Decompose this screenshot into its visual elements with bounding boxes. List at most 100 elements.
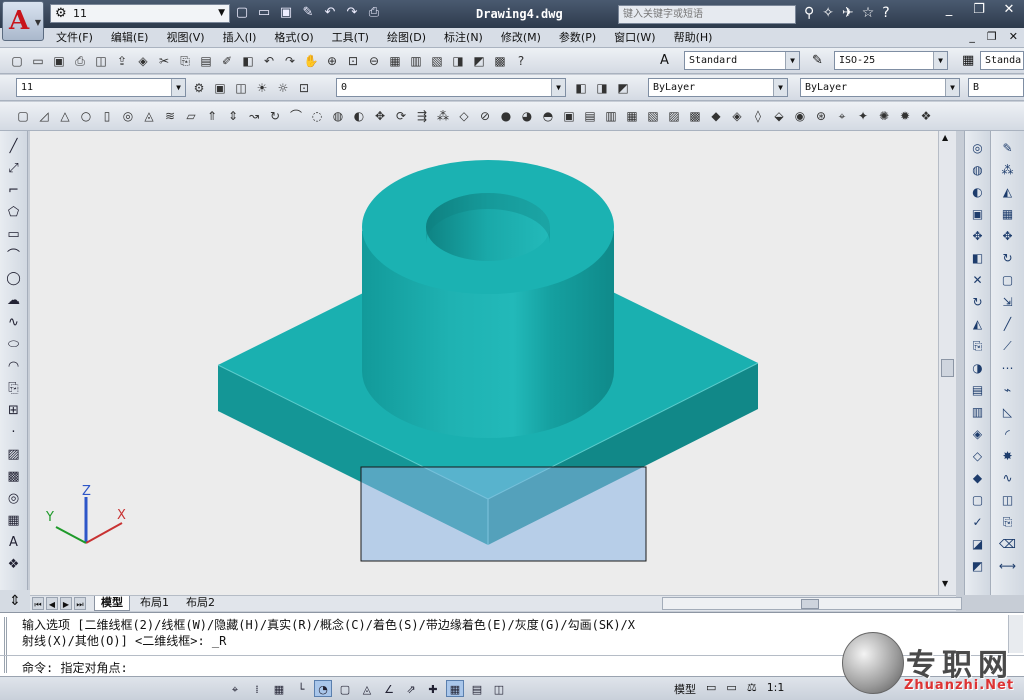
bottom-view-icon[interactable]: ▥ — [602, 107, 620, 125]
join-icon[interactable]: ⌁ — [999, 381, 1017, 400]
preview-icon[interactable]: ◫ — [92, 52, 110, 70]
binoculars-icon[interactable]: ⚲ — [804, 5, 814, 21]
arc-icon[interactable]: ⌒ — [5, 247, 23, 266]
minimize-icon[interactable]: _ — [934, 0, 964, 22]
menu-file[interactable]: 文件(F) — [56, 30, 93, 46]
extrude-icon[interactable]: ⇑ — [203, 107, 221, 125]
otrack-icon[interactable]: ∠ — [380, 680, 398, 697]
ne-iso-icon[interactable]: ◊ — [749, 107, 767, 125]
3d-align-icon[interactable]: ⇶ — [413, 107, 431, 125]
doc-close-icon[interactable]: ✕ — [1009, 30, 1018, 43]
command-grip[interactable] — [4, 617, 14, 673]
presspull-icon[interactable]: ⇕ — [224, 107, 242, 125]
revolve-icon[interactable]: ↻ — [266, 107, 284, 125]
offset-faces-icon[interactable]: ◧ — [969, 249, 987, 268]
star-icon[interactable]: ☆ — [862, 5, 875, 21]
bulb-icon[interactable]: ☀ — [253, 79, 271, 97]
lock-icon[interactable]: ⊡ — [295, 79, 313, 97]
hscroll-thumb[interactable] — [801, 599, 819, 609]
line-icon[interactable]: ╱ — [5, 137, 23, 156]
union-icon[interactable]: ◌ — [308, 107, 326, 125]
trim-icon[interactable]: ╱ — [999, 315, 1017, 334]
revision-cloud-icon[interactable]: ☁ — [5, 291, 23, 310]
layer-manager-icon[interactable]: ◫ — [232, 79, 250, 97]
visual-styles-icon[interactable]: ◓ — [539, 107, 557, 125]
customize-icon[interactable]: ▣ — [211, 79, 229, 97]
construction-line-icon[interactable]: ⤢ — [5, 159, 23, 178]
new-file-icon[interactable]: ▢ — [234, 5, 250, 21]
zoom-window-icon[interactable]: ⊡ — [344, 52, 362, 70]
polyline-icon[interactable]: ⌐ — [5, 181, 23, 200]
hatch-icon[interactable]: ▨ — [5, 445, 23, 464]
properties-icon[interactable]: ▦ — [386, 52, 404, 70]
grid-icon[interactable]: ▦ — [270, 680, 288, 697]
zoom-previous-icon[interactable]: ⊖ — [365, 52, 383, 70]
scroll-down-icon[interactable]: ▼ — [942, 579, 948, 588]
3d-rotate-icon[interactable]: ⟳ — [392, 107, 410, 125]
save-icon[interactable]: ▣ — [50, 52, 68, 70]
view-icon[interactable]: ▣ — [560, 107, 578, 125]
layer-previous-icon[interactable]: ◨ — [593, 79, 611, 97]
loft-icon[interactable]: ⌒ — [287, 107, 305, 125]
ortho-icon[interactable]: └ — [292, 680, 310, 697]
tool-palettes-icon[interactable]: ▧ — [428, 52, 446, 70]
doc-restore-icon[interactable]: ❐ — [987, 30, 997, 43]
table-icon[interactable]: ▦ — [5, 511, 23, 530]
lwt-icon[interactable]: ▦ — [446, 680, 464, 697]
subtract-icon[interactable]: ◍ — [329, 107, 347, 125]
first-tab-icon[interactable]: ⏮ — [32, 597, 44, 610]
dim-style-combo[interactable]: ISO-25 ▼ — [834, 51, 948, 70]
front-view-icon[interactable]: ▨ — [665, 107, 683, 125]
shell-icon[interactable]: ▢ — [969, 491, 987, 510]
restore-icon[interactable]: ❐ — [964, 0, 994, 22]
close-icon[interactable]: ✕ — [994, 0, 1024, 22]
offset-icon[interactable]: ◫ — [999, 491, 1017, 510]
mirror-icon[interactable]: ◭ — [999, 183, 1017, 202]
annotation-scale-value[interactable]: 1:1 — [767, 681, 785, 697]
se-iso-icon[interactable]: ◈ — [728, 107, 746, 125]
redo-icon[interactable]: ↷ — [344, 5, 360, 21]
menu-help[interactable]: 帮助(H) — [674, 30, 713, 46]
cut-icon[interactable]: ✂ — [155, 52, 173, 70]
array-icon[interactable]: ▦ — [999, 205, 1017, 224]
wrench-icon[interactable]: ✧ — [822, 5, 834, 21]
circle-icon[interactable]: ◯ — [5, 269, 23, 288]
intersect-icon[interactable]: ◐ — [350, 107, 368, 125]
fillet-icon[interactable]: ◜ — [999, 425, 1017, 444]
spline-icon[interactable]: ∿ — [5, 313, 23, 332]
make-block-icon[interactable]: ⊞ — [5, 401, 23, 420]
publish-icon[interactable]: ⇪ — [113, 52, 131, 70]
left-view-icon[interactable]: ▦ — [623, 107, 641, 125]
sun-icon[interactable]: ☼ — [274, 79, 292, 97]
section-icon[interactable]: ◪ — [969, 535, 987, 554]
planar-surface-icon[interactable]: ▱ — [182, 107, 200, 125]
camera-icon[interactable]: ◉ — [791, 107, 809, 125]
extend-icon[interactable]: ⟋ — [999, 337, 1017, 356]
imprint-icon[interactable]: ◈ — [969, 425, 987, 444]
move-faces-icon[interactable]: ✥ — [969, 227, 987, 246]
tpy-icon[interactable]: ▤ — [468, 680, 486, 697]
clean-icon[interactable]: ◇ — [969, 447, 987, 466]
check-icon[interactable]: ✓ — [969, 513, 987, 532]
mtext-icon[interactable]: A — [5, 533, 23, 552]
taper-faces-icon[interactable]: ◭ — [969, 315, 987, 334]
nw-iso-icon[interactable]: ⬙ — [770, 107, 788, 125]
workspace-combo[interactable]: ⚙ 11 ▼ — [50, 4, 230, 23]
3d-osnap-icon[interactable]: ◬ — [358, 680, 376, 697]
subtract-icon[interactable]: ◍ — [969, 161, 987, 180]
erase-icon[interactable]: ⌫ — [999, 535, 1017, 554]
orbit-icon[interactable]: ⊛ — [812, 107, 830, 125]
scale-icon[interactable]: ▢ — [999, 271, 1017, 290]
layer-combo[interactable]: 0 ▼ — [336, 78, 566, 97]
match-props-icon[interactable]: ✐ — [218, 52, 236, 70]
break-icon[interactable]: ⋯ — [999, 359, 1017, 378]
hidden-icon[interactable]: ⊘ — [476, 107, 494, 125]
blend-icon[interactable]: ∿ — [999, 469, 1017, 488]
align-icon[interactable]: ⁂ — [999, 161, 1017, 180]
polygon-icon[interactable]: ⬠ — [5, 203, 23, 222]
undo-icon[interactable]: ↶ — [322, 5, 338, 21]
box-icon[interactable]: ▢ — [14, 107, 32, 125]
help-icon[interactable]: ? — [512, 52, 530, 70]
wedge-icon[interactable]: ◿ — [35, 107, 53, 125]
tab-layout1[interactable]: 布局1 — [134, 596, 175, 611]
